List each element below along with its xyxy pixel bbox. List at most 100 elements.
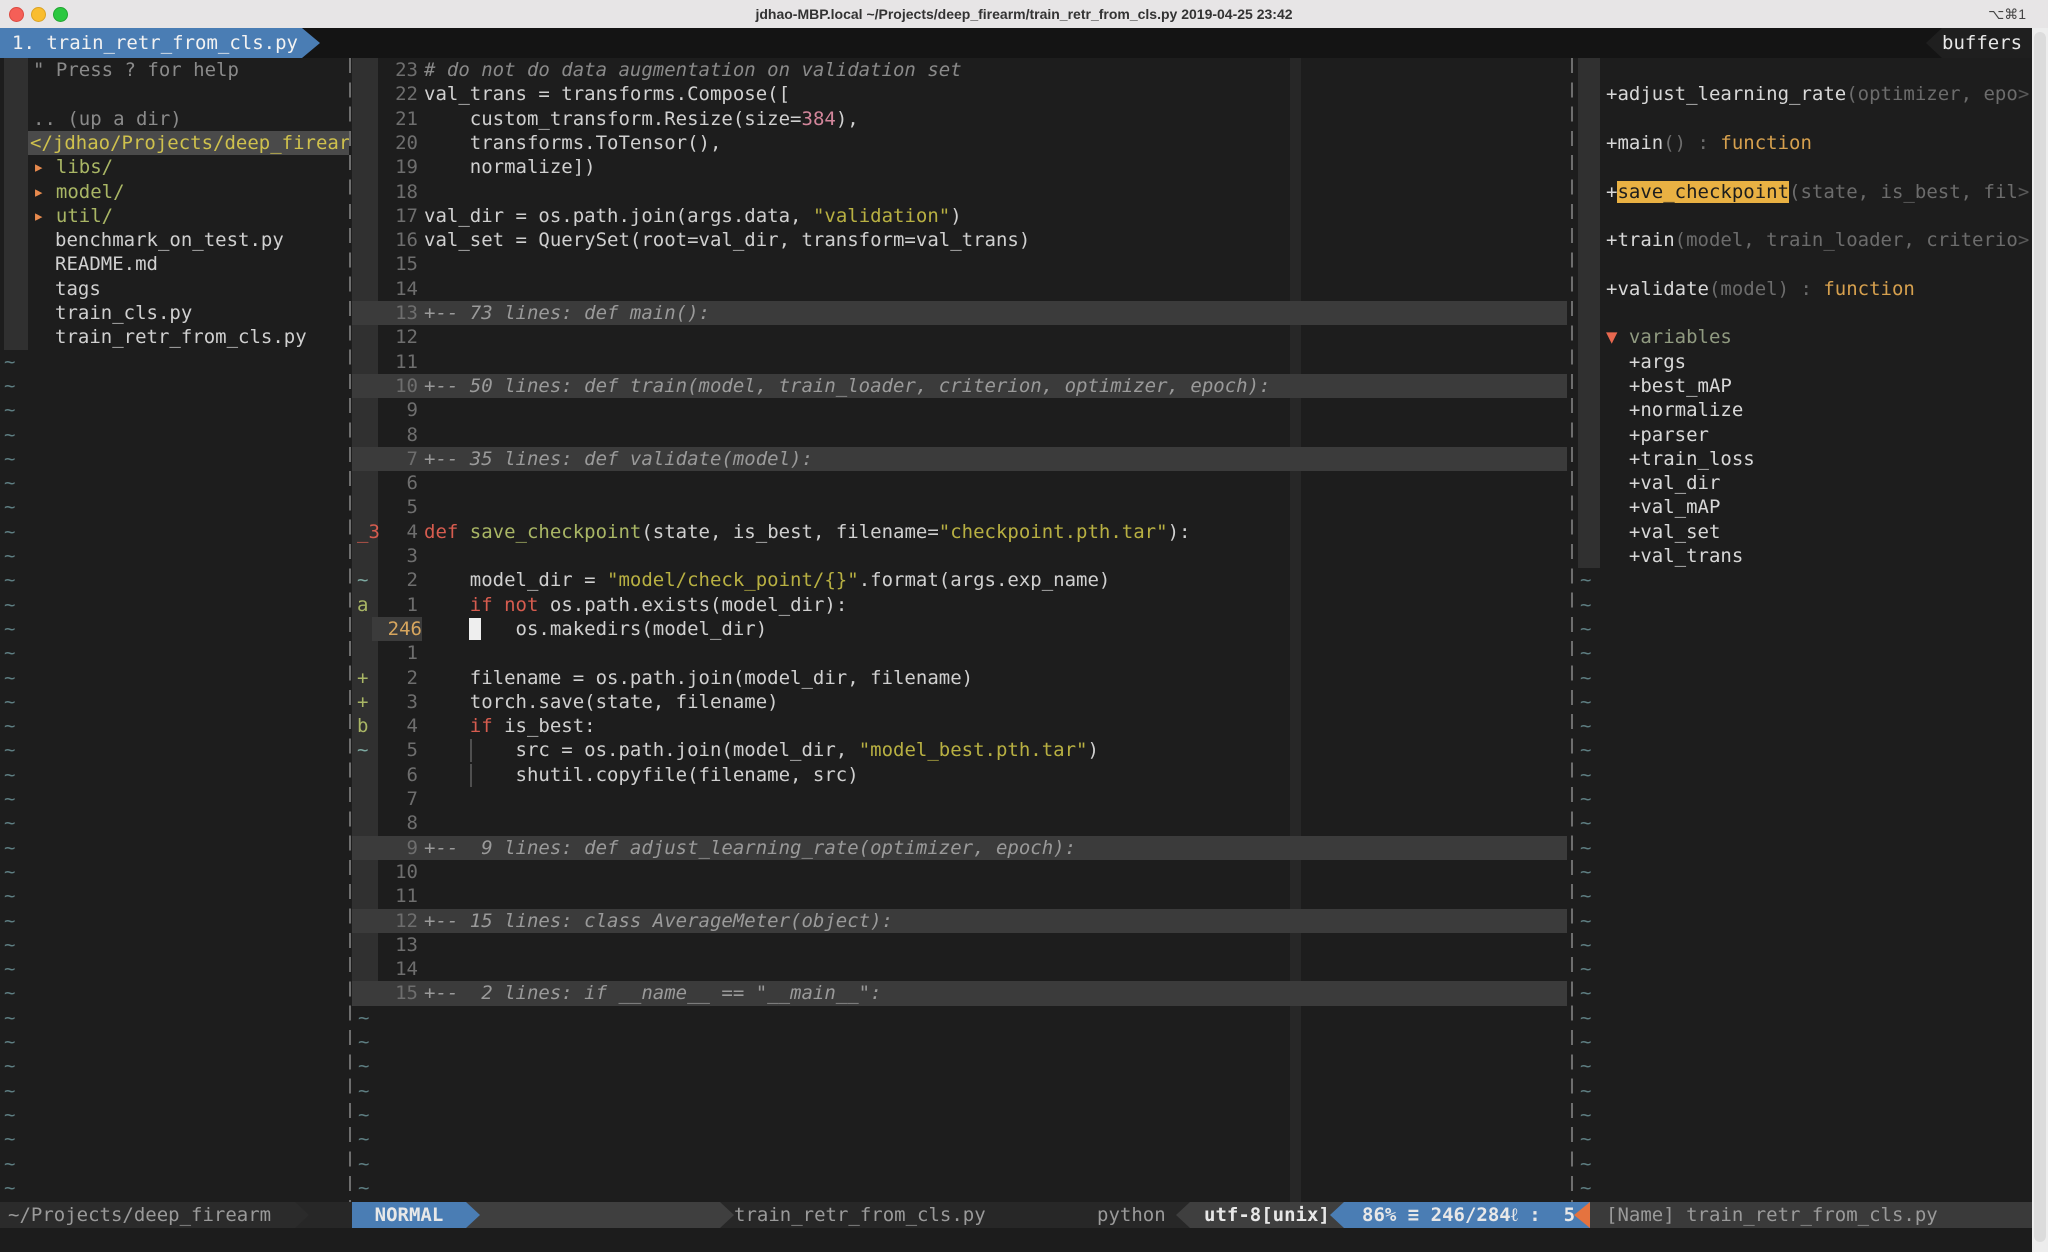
tag-item[interactable]: +adjust_learning_rate(optimizer, epo> [1576,82,2032,107]
code-line[interactable]: 10 [352,860,1567,885]
tag-item[interactable]: +val_dir [1576,471,2032,496]
code-line[interactable]: 246 os.makedirs(model_dir) [352,617,1567,642]
code-line[interactable]: 6 [352,471,1567,496]
code-line[interactable]: 13+-- 73 lines: def main(): [352,301,1567,326]
syntax-segment: def [424,521,470,543]
code-line[interactable]: 8 [352,423,1567,448]
window-separator[interactable] [349,58,351,1202]
tilde-marker: ~ [4,836,15,860]
empty-line: ~ [0,957,349,982]
tree-item[interactable]: ▸ util/ [0,204,349,229]
code-line[interactable]: 4_3def save_checkpoint(state, is_best, f… [352,520,1567,545]
minimize-button-icon[interactable] [31,7,46,22]
empty-line: ~ [0,1006,349,1031]
zoom-button-icon[interactable] [53,7,68,22]
line-number: 5 [378,738,418,762]
code-line[interactable]: 20 transforms.ToTensor(), [352,131,1567,156]
empty-line: ~ [1576,909,2032,934]
code-line[interactable]: 11 [352,350,1567,375]
close-button-icon[interactable] [9,7,24,22]
tag-item[interactable]: ▼ variables [1576,325,2032,350]
tag-item[interactable]: +val_set [1576,520,2032,545]
tree-item[interactable]: train_cls.py [0,301,349,326]
tree-item[interactable]: ▸ model/ [0,180,349,205]
code-line[interactable]: 1a if not os.path.exists(model_dir): [352,593,1567,618]
code-line[interactable]: 19 normalize]) [352,155,1567,180]
empty-line: ~ [1576,1079,2032,1104]
terminal-scrollbar[interactable] [2032,28,2048,1252]
tilde-marker: ~ [1580,836,1591,860]
window-separator[interactable] [1571,58,1573,1202]
code-line[interactable]: 9 [352,398,1567,423]
code-line[interactable]: 16val_set = QuerySet(root=val_dir, trans… [352,228,1567,253]
tag-item[interactable]: +val_mAP [1576,495,2032,520]
code-line[interactable]: 14 [352,277,1567,302]
line-text: README.md [55,252,158,276]
code-line[interactable]: 17val_dir = os.path.join(args.data, "val… [352,204,1567,229]
tag-item[interactable]: +train_loss [1576,447,2032,472]
tilde-marker: ~ [4,981,15,1005]
code-line[interactable]: 11 [352,884,1567,909]
code-line[interactable]: 23# do not do data augmentation on valid… [352,58,1567,83]
code-line[interactable]: 15+-- 2 lines: if __name__ == "__main__"… [352,981,1567,1006]
empty-line: ~ [352,1006,1567,1031]
tag-item[interactable]: +args [1576,350,2032,375]
tag-item[interactable]: +normalize [1576,398,2032,423]
buffers-arrow-separator-icon [1926,28,1942,58]
tree-item[interactable]: tags [0,277,349,302]
code-line[interactable]: 4b if is_best: [352,714,1567,739]
empty-line: ~ [0,350,349,375]
code-line[interactable]: 1 [352,641,1567,666]
code-line[interactable]: 14 [352,957,1567,982]
tag-item[interactable]: +parser [1576,423,2032,448]
code-line[interactable]: 13 [352,933,1567,958]
syntax-segment: not [504,594,538,616]
syntax-segment [493,594,504,616]
tree-item[interactable]: benchmark_on_test.py [0,228,349,253]
line-number: 7 [378,447,418,471]
code-line[interactable]: 3+ torch.save(state, filename) [352,690,1567,715]
code-line[interactable]: 2~ model_dir = "model/check_point/{}".fo… [352,568,1567,593]
syntax-segment: README.md [55,253,158,275]
code-line[interactable]: 5 [352,495,1567,520]
tag-item[interactable]: +train(model, train_loader, criterio> [1576,228,2032,253]
tag-item[interactable]: +main() : function [1576,131,2032,156]
syntax-segment: +val_trans [1606,545,1743,567]
line-text: normalize]) [424,155,596,179]
code-editor-window[interactable]: 23# do not do data augmentation on valid… [352,58,1567,1202]
code-line[interactable]: 7 [352,787,1567,812]
code-line[interactable]: 6 shutil.copyfile(filename, src) [352,763,1567,788]
code-line[interactable]: 15 [352,252,1567,277]
code-line[interactable]: 2+ filename = os.path.join(model_dir, fi… [352,666,1567,691]
line-number: 16 [378,228,418,252]
code-line[interactable]: 7+-- 35 lines: def validate(model): [352,447,1567,472]
code-line[interactable]: 3 [352,544,1567,569]
tag-item[interactable]: +validate(model) : function [1576,277,2032,302]
tree-item[interactable]: </jdhao/Projects/deep_firear> [0,131,349,156]
tree-item[interactable]: README.md [0,252,349,277]
empty-line: ~ [0,520,349,545]
tag-item[interactable]: +save_checkpoint(state, is_best, fil> [1576,180,2032,205]
vim-command-line[interactable] [0,1228,2048,1252]
tree-item[interactable]: ▸ libs/ [0,155,349,180]
code-line[interactable]: 8 [352,811,1567,836]
scrollbar-thumb[interactable] [2034,32,2046,1242]
empty-line: ~ [0,423,349,448]
code-line[interactable]: 12+-- 15 lines: class AverageMeter(objec… [352,909,1567,934]
tree-item[interactable]: train_retr_from_cls.py [0,325,349,350]
powerline-arrow-icon [720,1202,734,1228]
tree-item[interactable]: " Press ? for help [0,58,349,83]
code-line[interactable]: 18 [352,180,1567,205]
tag-item[interactable]: +best_mAP [1576,374,2032,399]
tag-item[interactable]: +val_trans [1576,544,2032,569]
tree-item[interactable]: .. (up a dir) [0,107,349,132]
code-line[interactable]: 5~ src = os.path.join(model_dir, "model_… [352,738,1567,763]
code-line[interactable]: 12 [352,325,1567,350]
code-line[interactable]: 10+-- 50 lines: def train(model, train_l… [352,374,1567,399]
code-line[interactable]: 9+-- 9 lines: def adjust_learning_rate(o… [352,836,1567,861]
syntax-segment: (state, is_best, filename= [641,521,938,543]
code-line[interactable]: 21 custom_transform.Resize(size=384), [352,107,1567,132]
tab-active[interactable]: 1. train_retr_from_cls.py [0,28,302,58]
line-number: 13 [378,933,418,957]
code-line[interactable]: 22val_trans = transforms.Compose([ [352,82,1567,107]
